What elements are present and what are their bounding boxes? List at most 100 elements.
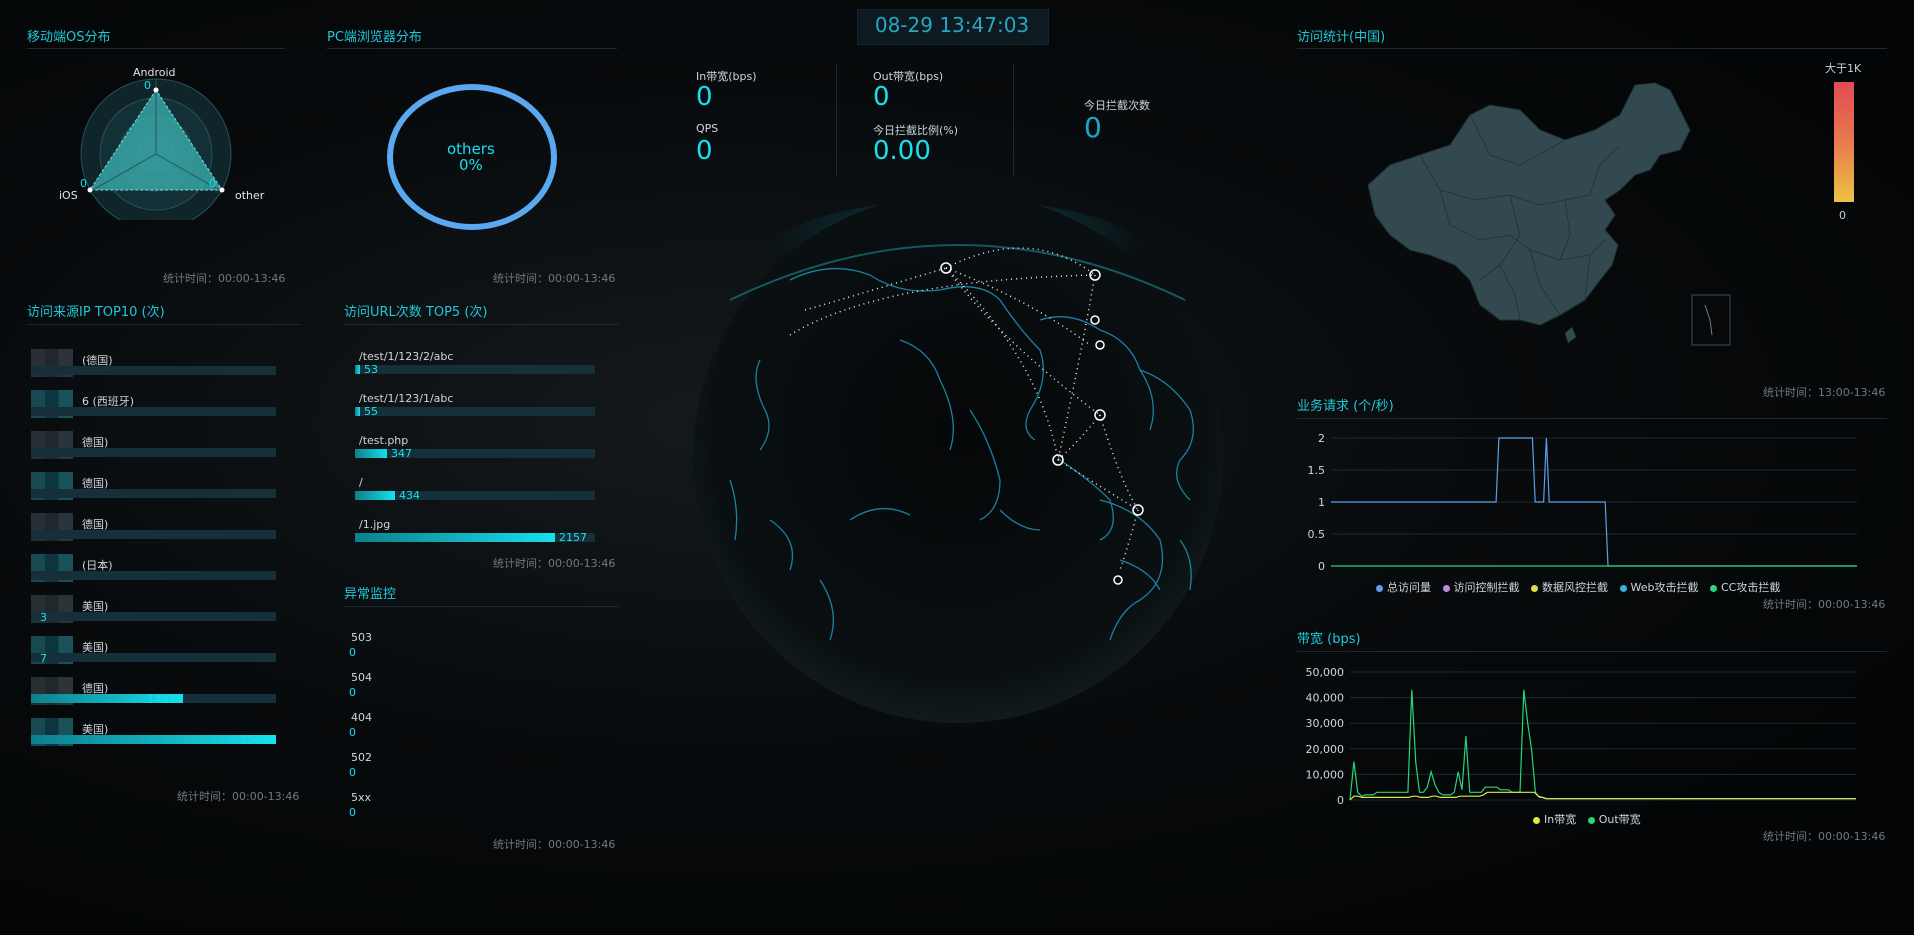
url-bar-value: 53 (364, 363, 378, 376)
radar-axis-ios: iOS (59, 189, 78, 202)
kpi-qps-value: 0 (696, 136, 713, 166)
radar-axis-other: other (235, 189, 265, 202)
url-bar-value: 2157 (559, 531, 587, 544)
business-chart: 0 0.5 1 1.5 2 (1308, 432, 1857, 573)
map-legend-gradient (1834, 82, 1854, 202)
map-legend-max: 大于1K (1825, 62, 1862, 75)
abnormal-code: 503 (351, 631, 372, 644)
clock: 08-29 13:47:03 (874, 13, 1030, 37)
map-legend-min: 0 (1839, 209, 1846, 222)
abnormal-value: 0 (349, 686, 356, 699)
y-tick-label: 0.5 (1308, 528, 1326, 541)
business-title: 业务请求 (个/秒) (1297, 399, 1394, 414)
y-tick-label: 0 (1337, 794, 1344, 807)
legend-dot-risk (1531, 584, 1538, 592)
legend-in: In带宽 (1544, 813, 1577, 826)
abnormal-title: 异常监控 (344, 587, 397, 602)
kpi-blocks-value: 0 (1084, 111, 1102, 144)
url-bar-value: 434 (399, 489, 420, 502)
url-label: /test/1/123/2/abc (359, 350, 454, 363)
abnormal-code: 404 (351, 711, 372, 724)
top-ip-title: 访问来源IP TOP10 (次) (27, 305, 165, 320)
legend-out: Out带宽 (1598, 813, 1641, 826)
legend-dot-cc (1709, 584, 1717, 592)
ip-bar-value: 7 (40, 652, 47, 665)
abnormal-value: 0 (349, 726, 356, 739)
abnormal-value: 0 (349, 806, 356, 819)
abnormal-code: 5xx (351, 791, 372, 804)
ip-bar-track (31, 530, 276, 539)
business-legend: 总访问量 访问控制拦截 数据风控拦截 Web攻击拦截 CC攻击拦截 (1368, 579, 1780, 595)
bandwidth-stat-time: 统计时间：00:00-13:46 (1763, 830, 1886, 843)
mobile-os-stat-time: 统计时间：00:00-13:46 (163, 272, 286, 285)
pc-browser-stat-time: 统计时间：00:00-13:46 (493, 272, 616, 285)
url-label: /test.php (359, 434, 409, 447)
legend-dot-acl (1442, 584, 1450, 592)
kpi-qps-label: QPS (696, 122, 719, 135)
ip-bar-track (31, 448, 276, 457)
kpi-ratio-value: 0.00 (873, 136, 931, 166)
radar-value-ios: 0 (80, 177, 87, 190)
business-stat-time: 统计时间：00:00-13:46 (1763, 598, 1886, 611)
ip-bar-value: 2264 (240, 734, 268, 747)
globe (693, 193, 1223, 723)
business-title-line (1297, 418, 1887, 419)
abnormal-value: 0 (349, 646, 356, 659)
donut-value: 0% (459, 156, 483, 174)
legend-risk: 数据风控拦截 (1542, 581, 1608, 594)
radar-value-other: 0 (209, 177, 216, 190)
url-bar-fill (355, 449, 387, 458)
bandwidth-legend: In带宽 Out带宽 (1525, 811, 1641, 827)
legend-acl: 访问控制拦截 (1453, 581, 1520, 594)
top-url-stat-time: 统计时间：00:00-13:46 (493, 557, 616, 570)
ip-bar-track (31, 407, 276, 416)
kpi-out-value: 0 (873, 82, 890, 112)
abnormal-code: 504 (351, 671, 372, 684)
bandwidth-chart: 0 10,000 20,000 30,000 40,000 50,000 (1306, 666, 1856, 807)
ip-bar-value: 3 (40, 611, 47, 624)
abnormal-title-line (344, 606, 619, 607)
url-label: / (359, 476, 363, 489)
abnormal-stat-time: 统计时间：00:00-13:46 (493, 838, 616, 851)
legend-dot-in (1533, 816, 1540, 824)
url-bar-value: 55 (364, 405, 378, 418)
top-ip-stat-time: 统计时间：00:00-13:46 (177, 790, 300, 803)
ip-bar-track (31, 612, 276, 621)
url-bar-fill (355, 365, 360, 374)
legend-dot-total (1376, 584, 1383, 592)
url-bar-fill (355, 491, 395, 500)
mobile-os-title: 移动端OS分布 (27, 30, 111, 45)
china-map-title-line (1297, 48, 1887, 49)
kpi-in-value: 0 (696, 82, 713, 112)
series-line-1 (1349, 791, 1856, 801)
kpi-divider-2 (1013, 64, 1014, 176)
bandwidth-title-line (1297, 651, 1887, 652)
legend-total: 总访问量 (1387, 581, 1431, 594)
url-bar-track (355, 365, 595, 374)
ip-bar-track (31, 366, 276, 375)
ip-bar-track (31, 653, 276, 662)
pc-browser-title: PC端浏览器分布 (327, 30, 422, 45)
ip-bar-track (31, 489, 276, 498)
url-bar-fill (355, 533, 555, 542)
legend-web: Web攻击拦截 (1630, 581, 1699, 594)
y-tick-label: 30,000 (1306, 717, 1345, 730)
china-map-stat-time: 统计时间：13:00-13:46 (1763, 386, 1886, 399)
top-url-title: 访问URL次数 TOP5 (次) (344, 305, 488, 320)
legend-dot-out (1587, 816, 1595, 824)
y-tick-label: 40,000 (1306, 692, 1345, 705)
url-label: /1.jpg (359, 518, 391, 531)
abnormal-value: 0 (349, 766, 356, 779)
url-bar-fill (355, 407, 360, 416)
y-tick-label: 10,000 (1306, 768, 1345, 781)
ip-bar-track (31, 571, 276, 580)
ip-bar-value: 1401 (147, 693, 175, 706)
url-bar-track (355, 407, 595, 416)
series-line-0 (1349, 689, 1856, 801)
y-tick-label: 0 (1318, 560, 1325, 573)
china-map (1367, 82, 1731, 346)
radar-axis-android: Android (133, 66, 176, 79)
radar-value-android: 0 (144, 79, 151, 92)
y-tick-label: 20,000 (1306, 743, 1345, 756)
pc-browser-title-line (327, 48, 617, 49)
